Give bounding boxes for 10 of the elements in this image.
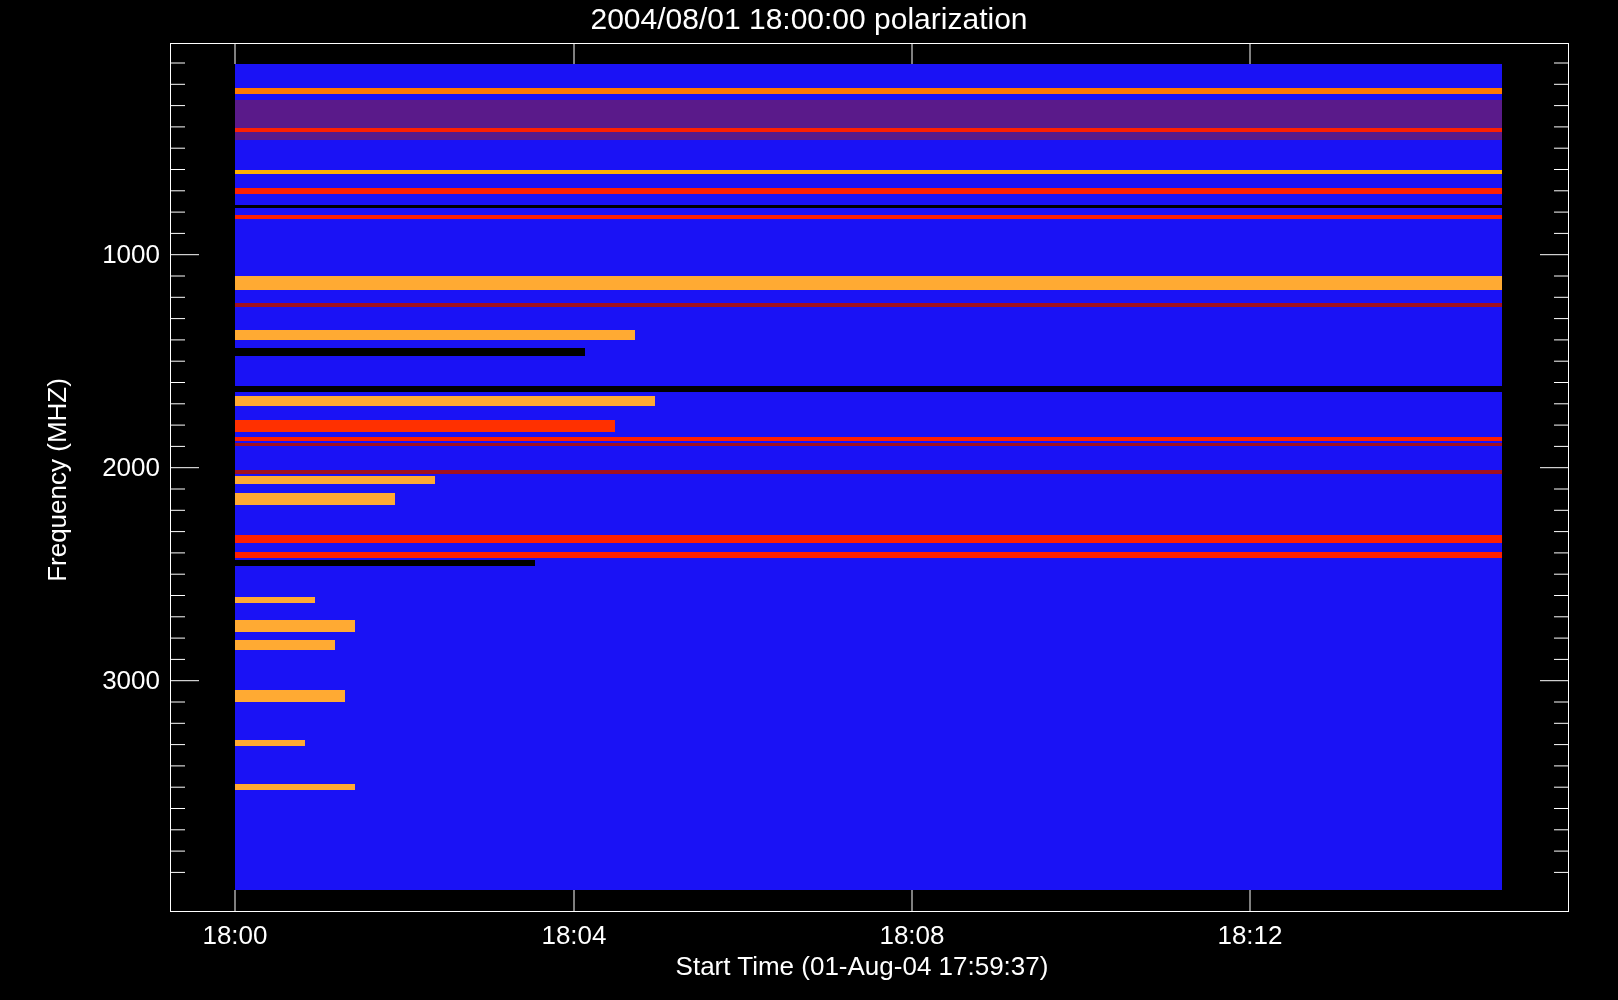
x-tick-label: 18:04 xyxy=(541,920,607,950)
y-tick-label: 2000 xyxy=(102,452,160,482)
x-axis-label: Start Time (01-Aug-04 17:59:37) xyxy=(675,951,1049,981)
x-tick-label: 18:12 xyxy=(1217,920,1283,950)
y-tick-label: 1000 xyxy=(102,239,160,269)
chart-title: 2004/08/01 18:00:00 polarization xyxy=(590,2,1028,35)
x-tick-label: 18:00 xyxy=(202,920,268,950)
y-axis-label: Frequency (MHZ) xyxy=(42,378,72,582)
y-tick-label: 3000 xyxy=(102,665,160,695)
x-tick-label: 18:08 xyxy=(879,920,945,950)
